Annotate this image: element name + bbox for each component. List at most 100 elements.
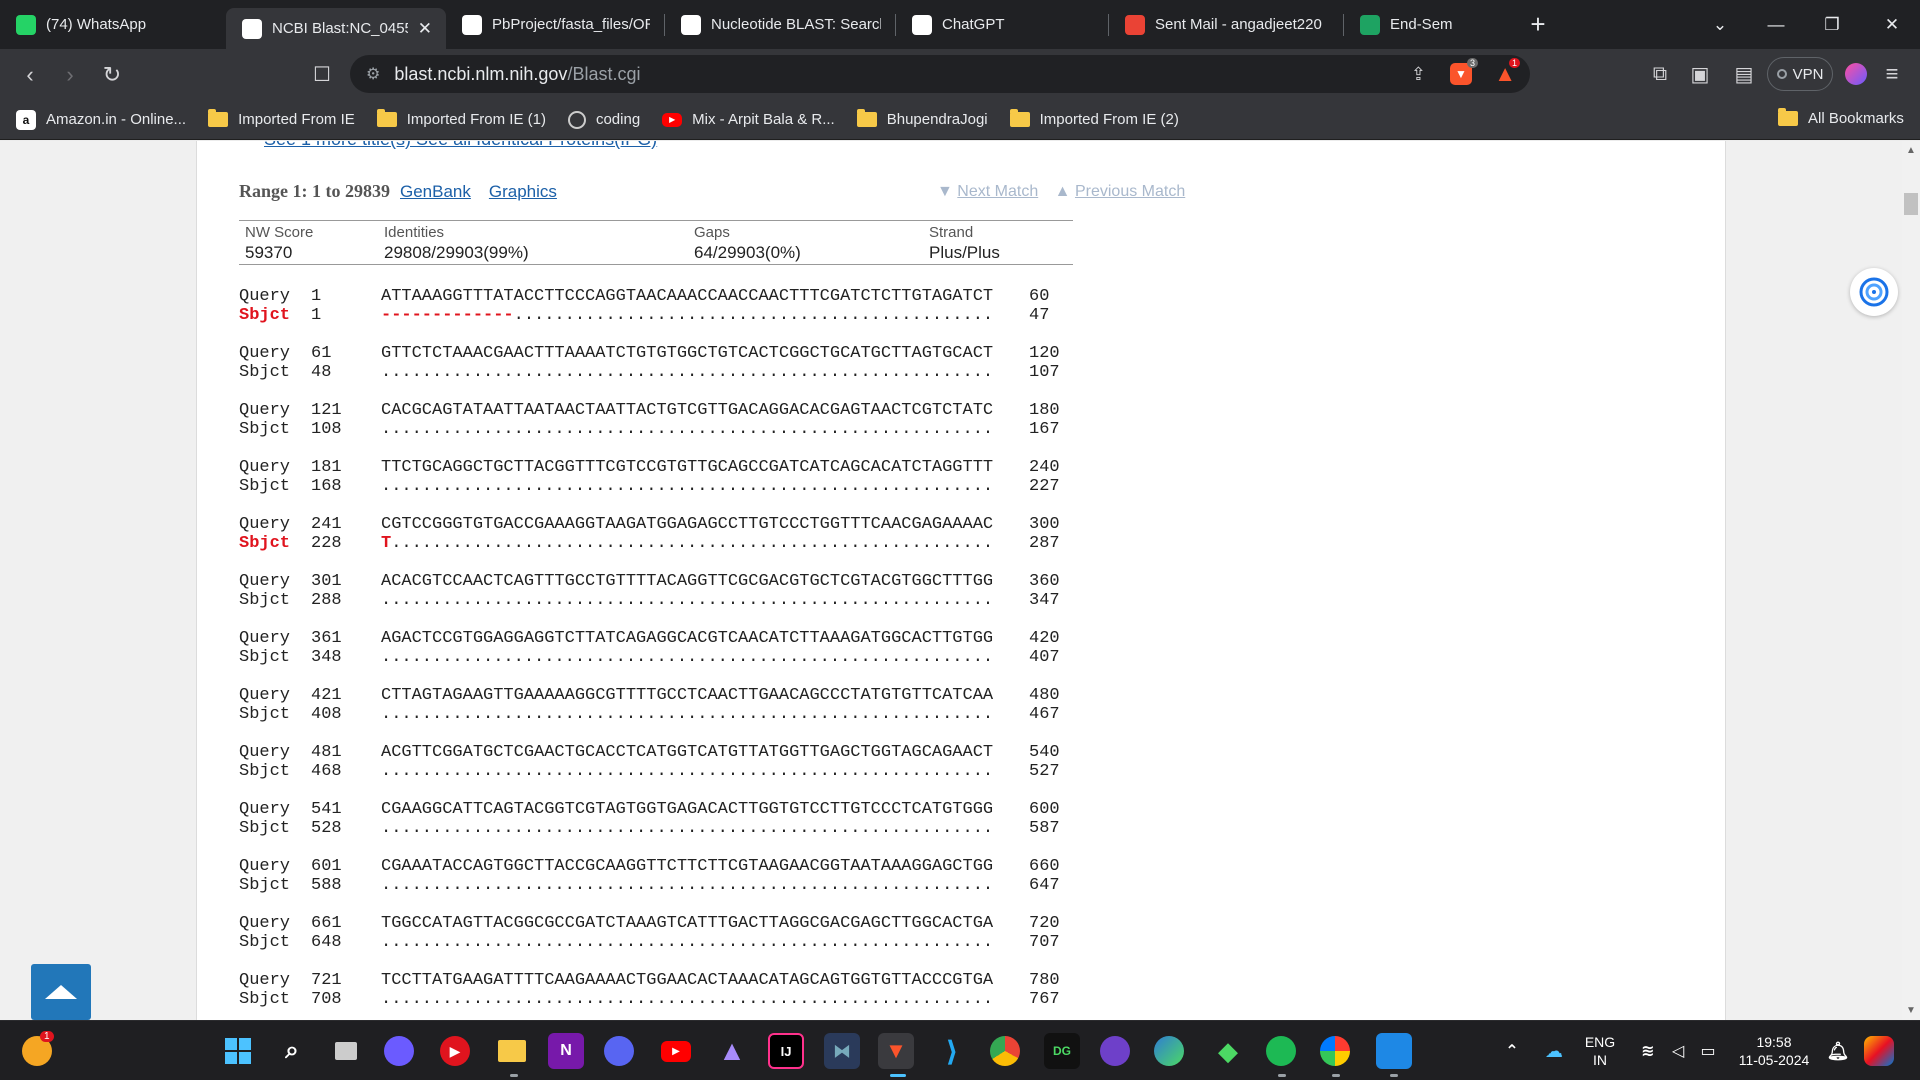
search-icon[interactable]: ⌕ — [274, 1033, 310, 1069]
media-player-icon[interactable]: ▶ — [440, 1036, 470, 1066]
reload-button[interactable]: ↻ — [92, 55, 132, 95]
subject-sequence: ........................................… — [381, 477, 993, 496]
sidebar-toggle-icon[interactable]: ▣ — [1680, 54, 1720, 94]
scrollbar-thumb[interactable] — [1904, 193, 1918, 215]
bookmark-label: Mix - Arpit Bala & R... — [692, 111, 835, 128]
clock[interactable]: 19:58 11-05-2024 — [1726, 1033, 1822, 1069]
bookmark-item[interactable]: coding — [567, 110, 640, 129]
subject-end: 647 — [1029, 876, 1060, 895]
datagrip-icon[interactable]: DG — [1044, 1033, 1080, 1069]
forward-button[interactable]: › — [50, 55, 90, 95]
start-windows-icon[interactable] — [220, 1033, 256, 1069]
extensions-icon[interactable]: ⧉ — [1640, 54, 1680, 94]
photos-app-icon[interactable] — [1320, 1036, 1350, 1066]
page-scrollbar[interactable]: ▲ ▼ — [1902, 141, 1920, 1020]
proton-vpn-icon[interactable]: ▲ — [714, 1033, 750, 1069]
triangle-up-icon: ▲ — [1054, 183, 1071, 200]
onenote-icon[interactable]: N — [548, 1033, 584, 1069]
chrome-icon[interactable] — [990, 1036, 1020, 1066]
subject-match-dots: ........................................… — [381, 705, 994, 724]
address-path: /Blast.cgi — [567, 63, 641, 84]
subject-label: Sbjct — [239, 990, 291, 1009]
battery-icon[interactable]: ▭ — [1690, 1033, 1726, 1069]
wallet-icon[interactable]: ▤ — [1724, 54, 1764, 94]
bookmark-item[interactable]: Imported From IE (1) — [376, 109, 546, 128]
tab-5[interactable]: ChatGPT — [896, 0, 1108, 49]
related-links[interactable]: See 1 more title(s) See all Identical Pr… — [264, 141, 657, 150]
tab-4[interactable]: Nucleotide BLAST: Search — [665, 0, 895, 49]
next-match-link[interactable]: Next Match — [957, 183, 1038, 200]
restore-button[interactable]: ❐ — [1804, 0, 1860, 49]
subject-end: 587 — [1029, 819, 1060, 838]
query-start: 481 — [311, 743, 342, 762]
spotify-icon[interactable] — [1266, 1036, 1296, 1066]
github-desktop-icon[interactable] — [1100, 1036, 1130, 1066]
match-navigation: ▼ Next Match ▲ Previous Match — [937, 183, 1197, 201]
assistant-extension-icon[interactable] — [1850, 268, 1898, 316]
mysql-workbench-icon[interactable]: ⧓ — [824, 1033, 860, 1069]
menu-icon[interactable]: ≡ — [1872, 54, 1912, 94]
query-label: Query — [239, 743, 291, 762]
back-button[interactable]: ‹ — [10, 55, 50, 95]
previous-match-link[interactable]: Previous Match — [1075, 183, 1185, 200]
scroll-down-arrow-icon[interactable]: ▼ — [1905, 1005, 1917, 1016]
scroll-up-arrow-icon[interactable]: ▲ — [1905, 145, 1917, 156]
tab-title: PbProject/fasta_files/ORS — [492, 16, 650, 33]
bookmark-item[interactable]: Imported From IE (2) — [1009, 109, 1179, 128]
back-to-top-button[interactable] — [31, 964, 91, 1020]
language-code: ENG — [1584, 1034, 1616, 1050]
amazon-icon: a — [16, 109, 36, 130]
bookmark-item[interactable]: ▶ Mix - Arpit Bala & R... — [662, 111, 835, 128]
query-start: 661 — [311, 914, 342, 933]
all-bookmarks-button[interactable]: All Bookmarks — [1778, 108, 1904, 127]
show-hidden-icons-icon[interactable]: ⌃ — [1494, 1033, 1530, 1069]
bookmarks-bar: a Amazon.in - Online... Imported From IE Im… — [0, 100, 1920, 140]
meet-chat-icon[interactable] — [384, 1036, 414, 1066]
image-viewer-icon[interactable] — [1376, 1033, 1412, 1069]
profile-avatar[interactable] — [1845, 63, 1867, 85]
bookmark-item[interactable]: a Amazon.in - Online... — [16, 109, 186, 130]
tab-3[interactable]: PbProject/fasta_files/ORS — [446, 0, 664, 49]
minimize-button[interactable]: — — [1748, 0, 1804, 49]
address-bar[interactable]: ⚙ blast.ncbi.nlm.nih.gov/Blast.cgi ⇪ ▼ 3… — [350, 55, 1530, 93]
new-tab-button[interactable]: + — [1516, 9, 1560, 40]
vpn-label: VPN — [1792, 65, 1824, 83]
task-view-icon[interactable] — [328, 1033, 364, 1069]
tab-search-chevron-icon[interactable]: ⌄ — [1692, 0, 1748, 49]
onedrive-icon[interactable]: ☁ — [1536, 1033, 1572, 1069]
close-window-button[interactable]: ✕ — [1864, 0, 1920, 49]
subject-label: Sbjct — [239, 933, 291, 952]
tab-6[interactable]: Sent Mail - angadjeet220 — [1109, 0, 1343, 49]
file-explorer-icon[interactable] — [494, 1033, 530, 1069]
query-start: 121 — [311, 401, 342, 420]
subject-end: 407 — [1029, 648, 1060, 667]
subject-end: 467 — [1029, 705, 1060, 724]
tab-1[interactable]: (74) WhatsApp — [0, 0, 226, 49]
graphics-link[interactable]: Graphics — [489, 182, 557, 202]
tab-2[interactable]: NCBI Blast:NC_04551 ✕ — [226, 8, 446, 49]
query-label: Query — [239, 458, 291, 477]
youtube-icon[interactable]: ▶ — [658, 1033, 694, 1069]
query-label: Query — [239, 572, 291, 591]
android-studio-icon[interactable]: ◆ — [1210, 1033, 1246, 1069]
genbank-link[interactable]: GenBank — [400, 182, 471, 202]
share-icon[interactable]: ⇪ — [1411, 64, 1426, 85]
query-label: Query — [239, 800, 291, 819]
subject-label: Sbjct — [239, 306, 291, 325]
edge-icon[interactable] — [1154, 1036, 1184, 1066]
discord-icon[interactable] — [604, 1036, 634, 1066]
copilot-icon[interactable] — [1864, 1036, 1894, 1066]
tab-7[interactable]: End-Sem — [1344, 0, 1504, 49]
bookmark-item[interactable]: BhupendraJogi — [856, 109, 988, 128]
vscode-icon[interactable]: ⟩ — [934, 1033, 970, 1069]
vpn-button[interactable]: VPN — [1767, 57, 1833, 91]
input-language-indicator[interactable]: ENG IN — [1578, 1033, 1622, 1069]
site-info-icon[interactable]: ⚙ — [366, 64, 380, 84]
ncbi-doc-icon — [681, 14, 701, 35]
bookmark-page-icon[interactable]: ☐ — [302, 54, 342, 94]
brave-browser-icon[interactable]: ▼ — [878, 1033, 914, 1069]
notification-bell-icon[interactable]: 🔔︎ — [1820, 1033, 1856, 1069]
close-tab-icon[interactable]: ✕ — [408, 19, 432, 39]
bookmark-item[interactable]: Imported From IE — [208, 109, 355, 128]
intellij-icon[interactable]: IJ — [768, 1033, 804, 1069]
